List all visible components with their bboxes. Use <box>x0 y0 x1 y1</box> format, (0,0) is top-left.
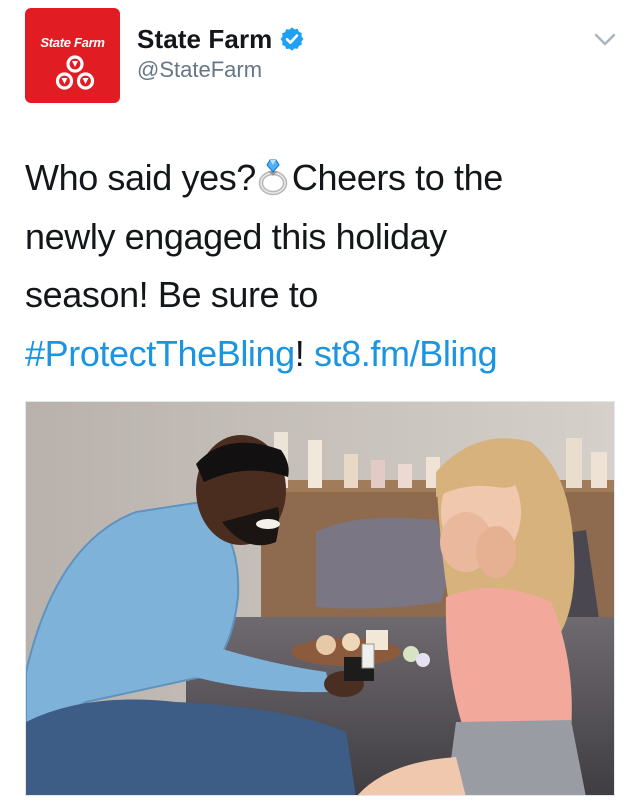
proposal-photo[interactable] <box>25 401 615 796</box>
exclamation-text: ! <box>294 332 305 374</box>
url-link[interactable]: st8.fm/Bling <box>314 333 498 374</box>
tweet-text: Who said yes? Cheers to the newly engage… <box>25 149 625 383</box>
tweet-text-who-said-yes: Who said yes? <box>25 157 256 198</box>
tweet-text-line-2: newly engaged this holiday <box>25 215 447 257</box>
hashtag-link[interactable]: #ProtectTheBling <box>25 333 295 374</box>
author-handle[interactable]: @StateFarm <box>137 57 262 83</box>
verified-badge-icon <box>280 27 304 51</box>
state-farm-logo-icon <box>55 55 95 90</box>
tweet-text-line-4: #ProtectTheBling! st8.fm/Bling <box>25 325 625 384</box>
chevron-down-icon[interactable] <box>593 30 617 50</box>
avatar-logo-text: State Farm <box>40 35 105 50</box>
tweet-text-line-1: Who said yes? Cheers to the <box>25 149 625 208</box>
tweet-text-line-3: season! Be sure to <box>25 274 318 315</box>
author-name-row[interactable]: State Farm <box>137 22 305 56</box>
ring-emoji-icon <box>258 159 288 196</box>
proposal-photo-illustration <box>26 402 614 795</box>
tweet-text-cheers: Cheers to the <box>291 157 503 198</box>
avatar[interactable]: State Farm <box>25 8 120 103</box>
author-display-name[interactable]: State Farm <box>137 24 272 55</box>
